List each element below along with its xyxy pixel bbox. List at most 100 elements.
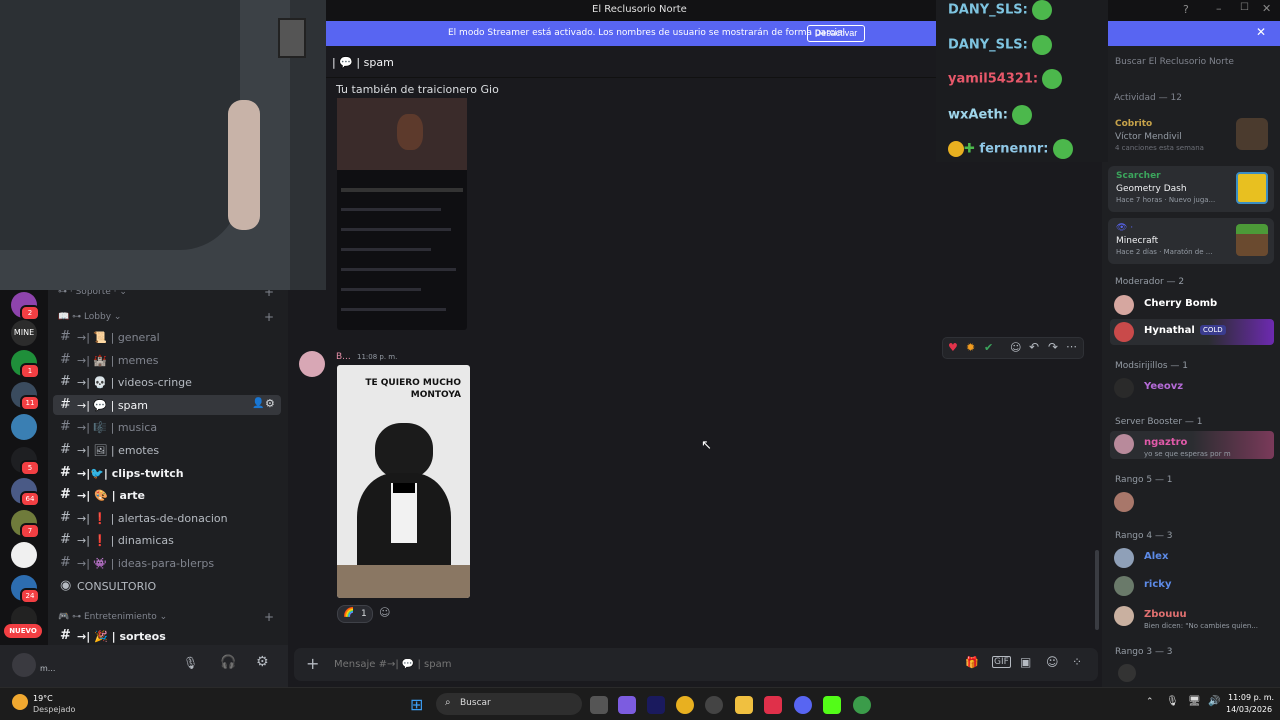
close-icon[interactable]: ✕ bbox=[1256, 25, 1266, 39]
reply-icon[interactable]: ↶ bbox=[1029, 340, 1039, 354]
channel-emotes[interactable]: # →| 🖼 | emotes bbox=[53, 440, 281, 460]
category-entretenimiento[interactable]: 🎮 ⊶ Entretenimiento ⌄ bbox=[58, 612, 167, 622]
server-icon[interactable] bbox=[11, 542, 37, 568]
channel-dinamicas[interactable]: # →| ❗ | dinamicas bbox=[53, 530, 281, 550]
windows-start-icon[interactable]: ⊞ bbox=[410, 695, 423, 714]
pug-image-attachment[interactable]: TE QUIERO MUCHO MONTOYA bbox=[337, 365, 470, 598]
member-item[interactable]: Yeeovz bbox=[1114, 375, 1274, 401]
channel-alertas-de-donacion[interactable]: # →| ❗ | alertas-de-donacion bbox=[53, 508, 281, 528]
help-icon[interactable]: ? bbox=[1183, 3, 1189, 16]
fire-reaction-icon[interactable]: ✹ bbox=[966, 341, 975, 354]
chat-username: wxAeth: bbox=[948, 107, 1008, 123]
disable-streamer-button[interactable]: Desactivar bbox=[807, 25, 865, 42]
screenshot-attachment[interactable] bbox=[337, 98, 467, 330]
message-toolbar: ♥ ✹ ✔ ☺ ↶ ↷ ⋯ bbox=[942, 337, 1084, 359]
emoji-icon[interactable]: ☺ bbox=[1010, 341, 1021, 354]
user-avatar[interactable] bbox=[12, 653, 36, 677]
hash-icon: # bbox=[60, 352, 71, 367]
server-icon[interactable]: MINE bbox=[11, 320, 37, 346]
taskbar-search[interactable]: ⌕ Buscar bbox=[436, 693, 582, 715]
app-icon[interactable] bbox=[705, 696, 723, 714]
member-item[interactable]: ricky bbox=[1114, 573, 1274, 599]
member-item[interactable]: Hynathal COLD bbox=[1114, 319, 1274, 345]
chevron-up-icon[interactable]: ⌃ bbox=[1146, 697, 1154, 707]
server-icon[interactable] bbox=[11, 414, 37, 440]
volume-icon[interactable]: 🔊 bbox=[1208, 696, 1220, 707]
weather-icon[interactable] bbox=[12, 694, 28, 710]
more-options-icon[interactable]: ⋯ bbox=[1066, 340, 1077, 353]
member-item[interactable]: ngaztro yo se que esperas por m bbox=[1114, 431, 1274, 458]
activity-card-geometry-dash[interactable]: Scarcher Geometry Dash Hace 7 horas · Nu… bbox=[1108, 166, 1274, 212]
server-icon[interactable]: 11 bbox=[11, 382, 40, 411]
close-window-icon[interactable]: ✕ bbox=[1262, 2, 1271, 15]
channel-general[interactable]: # →| 📜 | general bbox=[53, 327, 281, 347]
activity-card-minecraft[interactable]: 👁 · Minecraft Hace 2 días · Maratón de .… bbox=[1108, 218, 1274, 264]
member-item[interactable]: Zbouuu Bien dicen: "No cambies quien... bbox=[1114, 603, 1274, 630]
add-reaction-icon[interactable]: ☺ bbox=[379, 606, 390, 619]
message-author[interactable]: B... bbox=[336, 352, 351, 362]
channel-consultorio[interactable]: ◉ CONSULTORIO bbox=[53, 576, 281, 596]
network-icon[interactable]: 🖥 bbox=[1188, 696, 1201, 707]
message-input[interactable] bbox=[334, 654, 734, 674]
member-item[interactable]: Alex bbox=[1114, 545, 1274, 571]
premiere-icon[interactable] bbox=[647, 696, 665, 714]
avatar[interactable] bbox=[1118, 664, 1136, 682]
reaction-button[interactable]: 🌈 1 bbox=[337, 605, 373, 623]
channel-clips-twitch[interactable]: # →|🐦| clips-twitch bbox=[53, 463, 281, 483]
minimize-icon[interactable]: – bbox=[1216, 2, 1222, 15]
channel-memes[interactable]: # →| 🏰 | memes bbox=[53, 350, 281, 370]
channel-arte[interactable]: # →| 🎨 | arte bbox=[53, 485, 281, 505]
channel-spam[interactable]: # →| 💬 | spam 👤 ⚙ bbox=[53, 395, 281, 415]
new-pill[interactable]: NUEVO bbox=[4, 624, 42, 638]
headphones-icon[interactable]: 🎧 bbox=[220, 655, 236, 670]
server-icon[interactable]: 7 bbox=[11, 510, 40, 539]
channel-musica[interactable]: # →| 🎼 | musica bbox=[53, 417, 281, 437]
gear-icon[interactable]: ⚙ bbox=[265, 397, 275, 410]
server-search[interactable]: Buscar El Reclusorio Norte bbox=[1115, 57, 1234, 67]
gift-icon[interactable]: 🎁 bbox=[965, 656, 979, 669]
emoji-picker-icon[interactable]: ☺ bbox=[1046, 655, 1059, 669]
add-channel-icon[interactable]: + bbox=[264, 310, 274, 324]
member-item[interactable]: Cherry Bomb bbox=[1114, 292, 1274, 318]
kick-icon[interactable] bbox=[823, 696, 841, 714]
server-icon[interactable]: 5 bbox=[11, 447, 40, 476]
unread-badge: 11 bbox=[20, 395, 40, 411]
channel-sorteos[interactable]: # →| 🎉 | sorteos bbox=[53, 626, 281, 646]
search-label: Buscar bbox=[460, 698, 491, 708]
server-icon[interactable]: 2 bbox=[11, 292, 40, 321]
server-icon[interactable]: 64 bbox=[11, 478, 40, 507]
chat-scrollbar[interactable] bbox=[1095, 550, 1099, 630]
settings-gear-icon[interactable]: ⚙ bbox=[256, 654, 269, 670]
server-icon[interactable]: 1 bbox=[11, 350, 40, 379]
maximize-icon[interactable]: ☐ bbox=[1240, 2, 1249, 13]
discord-icon[interactable] bbox=[794, 696, 812, 714]
clock-date[interactable]: 14/03/2026 bbox=[1226, 705, 1272, 714]
task-view-icon[interactable] bbox=[590, 696, 608, 714]
channel-ideas-para-blerps[interactable]: # →| 👾 | ideas-para-blerps bbox=[53, 553, 281, 573]
hash-icon: # bbox=[60, 510, 71, 525]
forward-icon[interactable]: ↷ bbox=[1048, 340, 1058, 354]
server-icon[interactable]: 24 bbox=[11, 575, 40, 604]
chrome-icon[interactable] bbox=[676, 696, 694, 714]
microphone-icon[interactable]: 🎙 bbox=[183, 656, 198, 670]
emote-icon bbox=[1042, 69, 1063, 89]
music-icon[interactable] bbox=[764, 696, 782, 714]
check-reaction-icon[interactable]: ✔ bbox=[984, 341, 993, 354]
gif-icon[interactable]: GIF bbox=[992, 656, 1011, 668]
chrome-profile-icon[interactable] bbox=[853, 696, 871, 714]
copilot-icon[interactable] bbox=[618, 696, 636, 714]
file-explorer-icon[interactable] bbox=[735, 696, 753, 714]
add-channel-icon[interactable]: + bbox=[264, 610, 274, 624]
avatar[interactable] bbox=[299, 351, 325, 377]
clock-time[interactable]: 11:09 p. m. bbox=[1228, 693, 1274, 702]
channel-videos-cringe[interactable]: # →| 💀 | videos-cringe bbox=[53, 372, 281, 392]
mic-tray-icon[interactable]: 🎙 bbox=[1166, 696, 1179, 707]
category-label: Lobby bbox=[83, 312, 112, 322]
heart-reaction-icon[interactable]: ♥ bbox=[948, 341, 958, 354]
member-item[interactable] bbox=[1114, 489, 1274, 515]
apps-icon[interactable]: ⁘ bbox=[1072, 655, 1082, 669]
sticker-icon[interactable]: ▣ bbox=[1020, 655, 1031, 669]
category-lobby[interactable]: 📖 ⊶ Lobby ⌄ bbox=[58, 312, 121, 322]
attach-icon[interactable]: + bbox=[306, 654, 319, 673]
invite-icon[interactable]: 👤 bbox=[252, 398, 264, 409]
